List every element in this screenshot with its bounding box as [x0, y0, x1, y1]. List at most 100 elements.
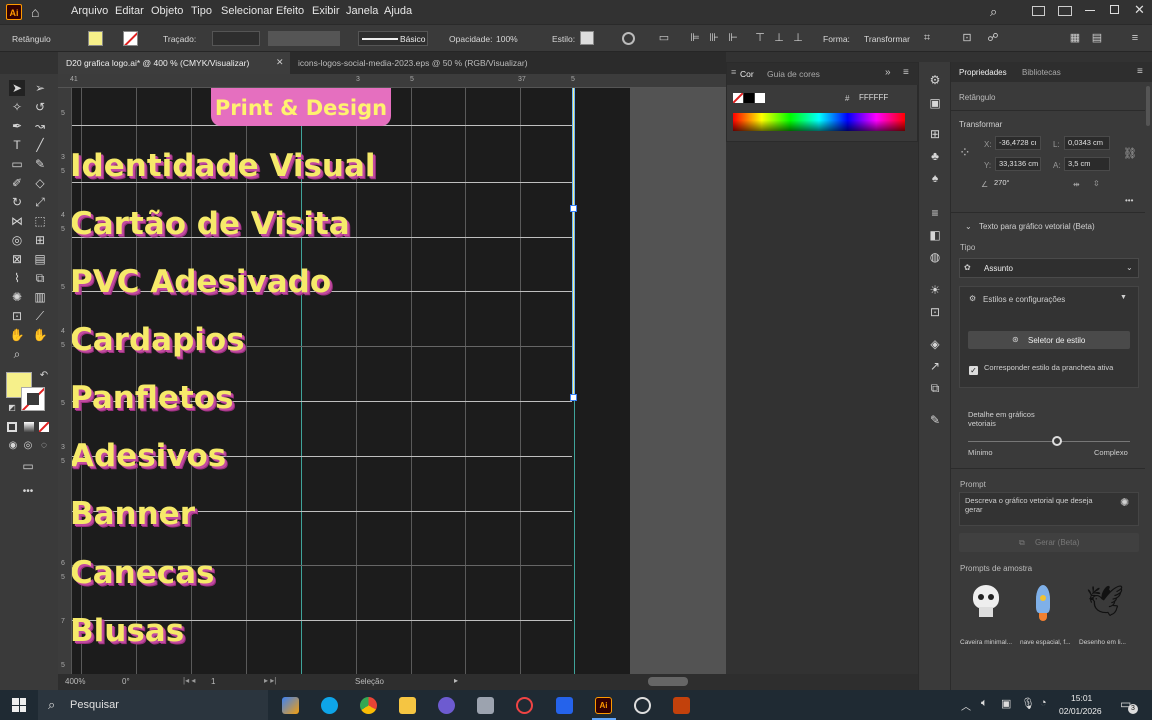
panel-menu-icon[interactable]: ▤	[1090, 31, 1104, 45]
taskbar-search[interactable]: ⌕ Pesquisar	[38, 690, 268, 720]
menu-janela[interactable]: Janela	[346, 5, 378, 17]
brushes-icon[interactable]: ♣	[927, 148, 943, 164]
artboard-tool-icon[interactable]: ⊡	[9, 308, 25, 324]
generative-icon[interactable]: ✎	[927, 412, 943, 428]
service-text[interactable]: Canecas	[72, 555, 215, 591]
arrange-icon[interactable]	[1032, 6, 1045, 16]
rotation-field[interactable]: 270°	[991, 177, 1037, 191]
eyedropper-tool-icon[interactable]: ⌇	[9, 270, 25, 286]
blend-tool-icon[interactable]: ⧉	[32, 270, 48, 286]
chevron-up-icon[interactable]: ︿	[961, 698, 971, 713]
selected-rectangle[interactable]	[572, 88, 575, 399]
artboards-icon[interactable]: ⧉	[927, 380, 943, 396]
menu-editar[interactable]: Editar	[115, 5, 144, 17]
stroke-none-swatch[interactable]	[123, 31, 138, 46]
selection-handle[interactable]	[570, 205, 577, 212]
align-hcenter-icon[interactable]: ⊪	[707, 31, 721, 45]
menu-ajuda[interactable]: Ajuda	[384, 5, 412, 17]
align-vcenter-icon[interactable]: ⊥	[772, 31, 786, 45]
perspective-grid-tool-icon[interactable]: ⊞	[32, 232, 48, 248]
default-colors-icon[interactable]: ◩	[4, 400, 20, 416]
winrar-icon[interactable]	[673, 697, 690, 714]
libraries-icon[interactable]: ⊞	[927, 126, 943, 142]
artboard-options-icon[interactable]: ▭	[657, 31, 671, 45]
properties-panel-icon[interactable]: ⚙	[927, 72, 943, 88]
recolor-icon[interactable]	[622, 32, 635, 45]
screen-mode-icon[interactable]: ▭	[20, 458, 36, 474]
generate-button[interactable]: ⧉ Gerar (Beta)	[959, 533, 1139, 552]
service-text[interactable]: Cartão de Visita	[72, 206, 350, 242]
service-text[interactable]: Cardapios	[72, 322, 245, 358]
free-transform-tool-icon[interactable]: ⬚	[32, 213, 48, 229]
tab-bibliotecas[interactable]: Bibliotecas	[1022, 68, 1061, 77]
menu-efeito[interactable]: Efeito	[276, 5, 304, 17]
draw-normal-icon[interactable]: ◉	[5, 438, 21, 454]
draw-inside-icon[interactable]: ◌	[36, 438, 52, 454]
gradient-mode-icon[interactable]	[24, 422, 34, 432]
more-options-icon[interactable]: •••	[1125, 196, 1133, 205]
more-tools-icon[interactable]: •••	[20, 484, 36, 500]
tab-cor[interactable]: Cor	[740, 69, 754, 79]
opacity-value[interactable]: 100%	[496, 34, 518, 44]
symbol-sprayer-tool-icon[interactable]: ✺	[9, 289, 25, 305]
slice-tool-icon[interactable]: ⟋	[32, 308, 48, 324]
swap-colors-icon[interactable]: ↶	[36, 368, 52, 384]
menu-objeto[interactable]: Objeto	[151, 5, 183, 17]
white-swatch[interactable]	[755, 93, 765, 103]
panel-layout-icon[interactable]: ▦	[1068, 31, 1082, 45]
selection-handle[interactable]	[570, 394, 577, 401]
shape-label[interactable]: Forma:	[823, 34, 850, 44]
scale-tool-icon[interactable]: ⤢	[32, 194, 48, 210]
home-icon[interactable]: ⌂	[31, 4, 47, 20]
dropdown-caret-icon[interactable]: ▼	[1120, 294, 1127, 301]
tab-propriedades[interactable]: Propriedades	[959, 68, 1007, 77]
play-icon[interactable]: ▸	[454, 676, 458, 685]
zoom-hand-icon[interactable]: ✋	[32, 327, 48, 343]
flip-vertical-icon[interactable]: ⇳	[1093, 179, 1100, 188]
eraser-tool-icon[interactable]: ◇	[32, 175, 48, 191]
style-swatch[interactable]	[580, 31, 594, 45]
puppet-warp-icon[interactable]: ☍	[986, 31, 1000, 45]
sample-skull[interactable]	[967, 583, 1005, 623]
flip-horizontal-icon[interactable]: ⇹	[1073, 180, 1080, 189]
menu-tipo[interactable]: Tipo	[191, 5, 212, 17]
clock-date[interactable]: 02/01/2026	[1059, 706, 1102, 716]
rotation-value[interactable]: 0°	[122, 677, 130, 686]
style-picker-button[interactable]: ⊛ Seletor de estilo	[968, 331, 1130, 349]
stroke-weight-field[interactable]	[212, 31, 260, 46]
draw-behind-icon[interactable]: ◎	[20, 438, 36, 454]
opera-icon[interactable]	[516, 697, 533, 714]
height-field[interactable]: 3,5 cm	[1064, 157, 1110, 171]
constrain-proportions-icon[interactable]: ⛓	[1123, 147, 1137, 160]
workspace-icon[interactable]	[1058, 6, 1072, 16]
layers-icon[interactable]: ▣	[927, 95, 943, 111]
close-icon[interactable]: ✕	[1134, 2, 1145, 18]
artboard-number[interactable]: 1	[211, 677, 215, 686]
service-text[interactable]: Banner	[72, 496, 195, 532]
menu-selecionar[interactable]: Selecionar	[221, 5, 273, 17]
prompt-input[interactable]: Descreva o gráfico vetorial que deseja g…	[959, 492, 1139, 526]
selection-tool-icon[interactable]: ➤	[9, 80, 25, 96]
lightbulb-icon[interactable]: ✺	[1120, 496, 1129, 509]
zoom-level[interactable]: 400%	[65, 677, 85, 686]
variable-width-field[interactable]	[268, 31, 340, 46]
tab-icons-logos[interactable]: icons-logos-social-media-2023.eps @ 50 %…	[290, 52, 550, 74]
panel-grip-icon[interactable]: ≡	[731, 67, 736, 77]
maximize-icon[interactable]	[1110, 5, 1119, 14]
service-text[interactable]: PVC Adesivado	[72, 264, 331, 300]
chevron-down-icon[interactable]: ⌄	[965, 222, 972, 231]
speaker-icon[interactable]: 🔈︎	[981, 697, 988, 710]
menu-icon[interactable]: ≡	[1128, 31, 1142, 45]
color-mode-icon[interactable]	[7, 422, 17, 432]
magic-wand-tool-icon[interactable]: ✧	[9, 99, 25, 115]
type-dropdown[interactable]: ✿ Assunto ⌄	[959, 258, 1139, 278]
detail-slider-track[interactable]	[968, 441, 1130, 442]
width-tool-icon[interactable]: ⋈	[9, 213, 25, 229]
paintbrush-tool-icon[interactable]: ✎	[32, 156, 48, 172]
transform-link[interactable]: Transformar	[864, 34, 910, 44]
asset-export-icon[interactable]: ⊡	[927, 304, 943, 320]
shaper-tool-icon[interactable]: ✐	[9, 175, 25, 191]
panel-menu-icon[interactable]: ≡	[1137, 66, 1143, 77]
menu-exibir[interactable]: Exibir	[312, 5, 340, 17]
settings-app-icon[interactable]	[556, 697, 573, 714]
